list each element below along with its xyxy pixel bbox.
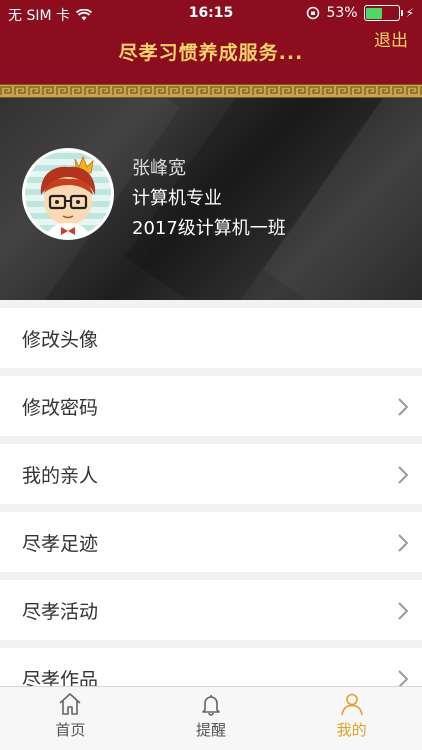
decorative-border — [0, 84, 422, 98]
tab-reminders[interactable]: 提醒 — [141, 687, 282, 750]
avatar-image — [25, 151, 111, 237]
menu-item-filial-activities[interactable]: 尽孝活动 — [0, 580, 422, 640]
logout-button[interactable]: 退出 — [374, 26, 408, 51]
battery-percent: 53% — [326, 5, 358, 21]
person-icon — [340, 693, 363, 716]
rotation-lock-icon — [306, 6, 320, 20]
charging-icon: ⚡ — [405, 6, 414, 20]
menu-item-label: 尽孝活动 — [22, 600, 99, 623]
tab-bar: 首页 提醒 我的 — [0, 686, 422, 750]
user-class: 2017级计算机一班 — [132, 218, 286, 239]
status-bar: 无 SIM 卡 16:15 53% ⚡ — [0, 0, 422, 28]
user-major: 计算机专业 — [132, 188, 222, 209]
tab-mine[interactable]: 我的 — [281, 687, 422, 750]
tab-label: 我的 — [336, 721, 367, 739]
profile-info: 张峰宽 计算机专业 2017级计算机一班 — [132, 154, 286, 244]
chevron-right-icon — [398, 466, 408, 484]
top-bar: 无 SIM 卡 16:15 53% ⚡ 尽孝习惯养成服务... 退出 — [0, 0, 422, 84]
battery-icon — [363, 5, 403, 21]
chevron-right-icon — [398, 534, 408, 552]
profile-header: 张峰宽 计算机专业 2017级计算机一班 — [0, 98, 422, 300]
chevron-right-icon — [398, 602, 408, 620]
chevron-right-icon — [398, 398, 408, 416]
page-title: 尽孝习惯养成服务... — [118, 42, 304, 64]
status-right: 53% ⚡ — [306, 5, 414, 21]
menu-item-label: 我的亲人 — [22, 464, 99, 487]
home-icon — [59, 693, 81, 715]
user-name: 张峰宽 — [132, 158, 186, 179]
menu-item-label: 修改头像 — [22, 328, 99, 351]
menu-item-label: 尽孝足迹 — [22, 532, 99, 555]
menu-item-my-relatives[interactable]: 我的亲人 — [0, 444, 422, 504]
settings-menu: 修改头像 修改密码 我的亲人 尽孝足迹 尽孝活动 尽孝作品 — [0, 308, 422, 716]
tab-label: 首页 — [55, 721, 86, 739]
tab-label: 提醒 — [196, 721, 227, 739]
bell-icon — [202, 695, 220, 716]
avatar[interactable] — [22, 148, 114, 240]
menu-item-change-password[interactable]: 修改密码 — [0, 376, 422, 436]
tab-home[interactable]: 首页 — [0, 687, 141, 750]
menu-item-label: 修改密码 — [22, 396, 99, 419]
menu-item-change-avatar[interactable]: 修改头像 — [0, 308, 422, 368]
menu-item-filial-footprints[interactable]: 尽孝足迹 — [0, 512, 422, 572]
